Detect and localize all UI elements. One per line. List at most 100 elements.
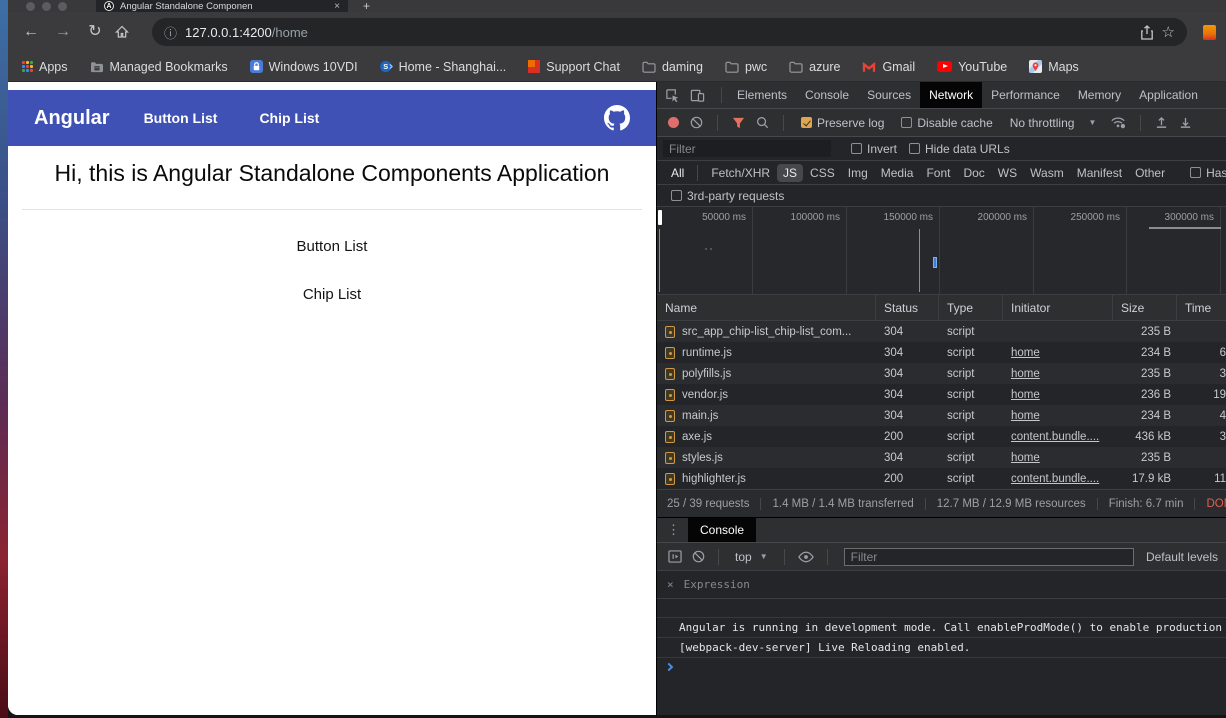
tab-memory[interactable]: Memory (1069, 82, 1130, 109)
forward-button[interactable]: → (50, 24, 76, 40)
link-button-list[interactable]: Button List (8, 238, 656, 255)
more-options-icon[interactable]: ⋮ (667, 522, 680, 538)
initiator-link[interactable]: home (1011, 410, 1040, 422)
network-conditions-icon[interactable] (1110, 116, 1126, 129)
third-party-requests-checkbox[interactable]: 3rd-party requests (671, 189, 784, 203)
table-row[interactable]: vendor.js 304 script home 236 B 197 ms (657, 384, 1226, 405)
github-icon[interactable] (604, 105, 630, 131)
type-filter-media[interactable]: Media (875, 164, 920, 182)
table-row[interactable]: styles.js 304 script home 235 B 4 ms (657, 447, 1226, 468)
live-expression-eye-icon[interactable] (798, 551, 814, 563)
bookmark-folder-daming[interactable]: daming (642, 60, 703, 74)
bookmark-maps[interactable]: Maps (1029, 60, 1079, 74)
extension-icon[interactable] (1203, 25, 1216, 40)
col-name[interactable]: Name (657, 295, 876, 320)
col-status[interactable]: Status (876, 295, 939, 320)
device-toolbar-icon[interactable] (690, 88, 705, 103)
initiator-link[interactable]: home (1011, 452, 1040, 464)
initiator-link[interactable]: home (1011, 389, 1040, 401)
type-filter-all[interactable]: All (665, 164, 690, 182)
initiator-link[interactable]: home (1011, 347, 1040, 359)
bookmark-managed-bookmarks[interactable]: Managed Bookmarks (90, 60, 228, 74)
clear-console-icon[interactable] (692, 550, 705, 563)
traffic-light-zoom[interactable] (58, 2, 67, 11)
inspect-element-icon[interactable] (665, 88, 680, 103)
import-har-icon[interactable] (1155, 116, 1168, 129)
bookmark-windows-10vdi[interactable]: Windows 10VDI (250, 60, 358, 74)
live-expression-row[interactable]: × Expression (657, 571, 1226, 599)
col-time[interactable]: Time (1177, 295, 1226, 320)
initiator-link[interactable]: home (1011, 368, 1040, 380)
table-row[interactable]: polyfills.js 304 script home 235 B 33 ms (657, 363, 1226, 384)
disable-cache-checkbox[interactable]: Disable cache (901, 116, 992, 130)
export-har-icon[interactable] (1179, 116, 1192, 129)
table-row[interactable]: highlighter.js 200 script content.bundle… (657, 468, 1226, 489)
traffic-light-close[interactable] (26, 2, 35, 11)
type-filter-css[interactable]: CSS (804, 164, 841, 182)
console-sidebar-icon[interactable] (668, 550, 682, 563)
back-button[interactable]: ← (18, 24, 44, 40)
tab-performance[interactable]: Performance (982, 82, 1069, 109)
type-filter-other[interactable]: Other (1129, 164, 1171, 182)
console-drawer-tab[interactable]: Console (688, 517, 756, 543)
table-row[interactable]: src_app_chip-list_chip-list_com... 304 s… (657, 321, 1226, 342)
tab-network[interactable]: Network (920, 82, 982, 109)
link-chip-list[interactable]: Chip List (8, 286, 656, 303)
hide-data-urls-checkbox[interactable]: Hide data URLs (909, 142, 1010, 156)
type-filter-manifest[interactable]: Manifest (1071, 164, 1128, 182)
bookmark-support-chat[interactable]: Support Chat (528, 60, 620, 74)
bookmark-gmail[interactable]: Gmail (862, 60, 915, 74)
console-filter-input[interactable] (844, 548, 1134, 566)
initiator-link[interactable]: content.bundle.... (1011, 431, 1099, 443)
col-type[interactable]: Type (939, 295, 1003, 320)
type-filter-font[interactable]: Font (920, 164, 956, 182)
clear-network-log-icon[interactable] (690, 116, 703, 129)
bookmark-apps[interactable]: Apps (22, 60, 68, 74)
has-blocked-cookies-checkbox[interactable]: Has blocked cookies (1190, 166, 1226, 180)
col-initiator[interactable]: Initiator (1003, 295, 1113, 320)
bookmark-home-sharepoint[interactable]: S Home - Shanghai... (380, 60, 507, 74)
table-row[interactable]: main.js 304 script home 234 B 44 ms (657, 405, 1226, 426)
type-filter-fetch-xhr[interactable]: Fetch/XHR (705, 164, 776, 182)
tab-elements[interactable]: Elements (728, 82, 796, 109)
table-row[interactable]: runtime.js 304 script home 234 B 62 ms (657, 342, 1226, 363)
invert-checkbox[interactable]: Invert (851, 142, 897, 156)
execution-context-dropdown[interactable]: top ▼ (735, 550, 768, 564)
filter-icon[interactable] (732, 117, 745, 129)
type-filter-ws[interactable]: WS (992, 164, 1023, 182)
type-filter-js[interactable]: JS (777, 164, 803, 182)
home-button[interactable] (114, 24, 140, 40)
bookmark-youtube[interactable]: YouTube (937, 60, 1007, 74)
table-row[interactable]: axe.js 200 script content.bundle.... 436… (657, 426, 1226, 447)
tab-application[interactable]: Application (1130, 82, 1207, 109)
tab-sources[interactable]: Sources (858, 82, 920, 109)
log-levels-dropdown[interactable]: Default levels (1146, 550, 1218, 564)
type-filter-img[interactable]: Img (842, 164, 874, 182)
bookmark-folder-pwc[interactable]: pwc (725, 60, 767, 74)
tab-close-icon[interactable]: × (334, 1, 340, 12)
browser-tab[interactable]: A Angular Standalone Componen × (96, 0, 348, 12)
console-prompt[interactable] (657, 658, 1226, 675)
new-tab-button[interactable]: + (363, 0, 370, 13)
tab-console[interactable]: Console (796, 82, 858, 109)
bookmark-folder-azure[interactable]: azure (789, 60, 840, 74)
type-filter-wasm[interactable]: Wasm (1024, 164, 1070, 182)
search-icon[interactable] (756, 116, 769, 129)
network-filter-input[interactable] (663, 140, 831, 157)
traffic-light-minimize[interactable] (42, 2, 51, 11)
nav-chip-list[interactable]: Chip List (259, 110, 319, 126)
col-size[interactable]: Size (1113, 295, 1177, 320)
share-icon[interactable] (1140, 25, 1154, 40)
throttling-dropdown[interactable]: No throttling ▼ (1010, 116, 1097, 130)
nav-button-list[interactable]: Button List (144, 110, 218, 126)
preserve-log-checkbox[interactable]: Preserve log (801, 116, 884, 130)
network-overview-timeline[interactable]: 50000 ms 100000 ms 150000 ms 200000 ms 2… (657, 207, 1226, 295)
bookmark-star-icon[interactable]: ☆ (1162, 23, 1175, 41)
page-info-icon[interactable]: ⓘ (164, 23, 177, 42)
reload-button[interactable]: ↻ (82, 24, 108, 40)
close-icon[interactable]: × (667, 578, 674, 591)
address-bar[interactable]: ⓘ 127.0.0.1:4200/home ☆ (152, 18, 1187, 46)
initiator-link[interactable]: content.bundle.... (1011, 473, 1099, 485)
timeline-selection-handle[interactable] (658, 210, 662, 225)
record-network-log-icon[interactable] (668, 117, 679, 128)
